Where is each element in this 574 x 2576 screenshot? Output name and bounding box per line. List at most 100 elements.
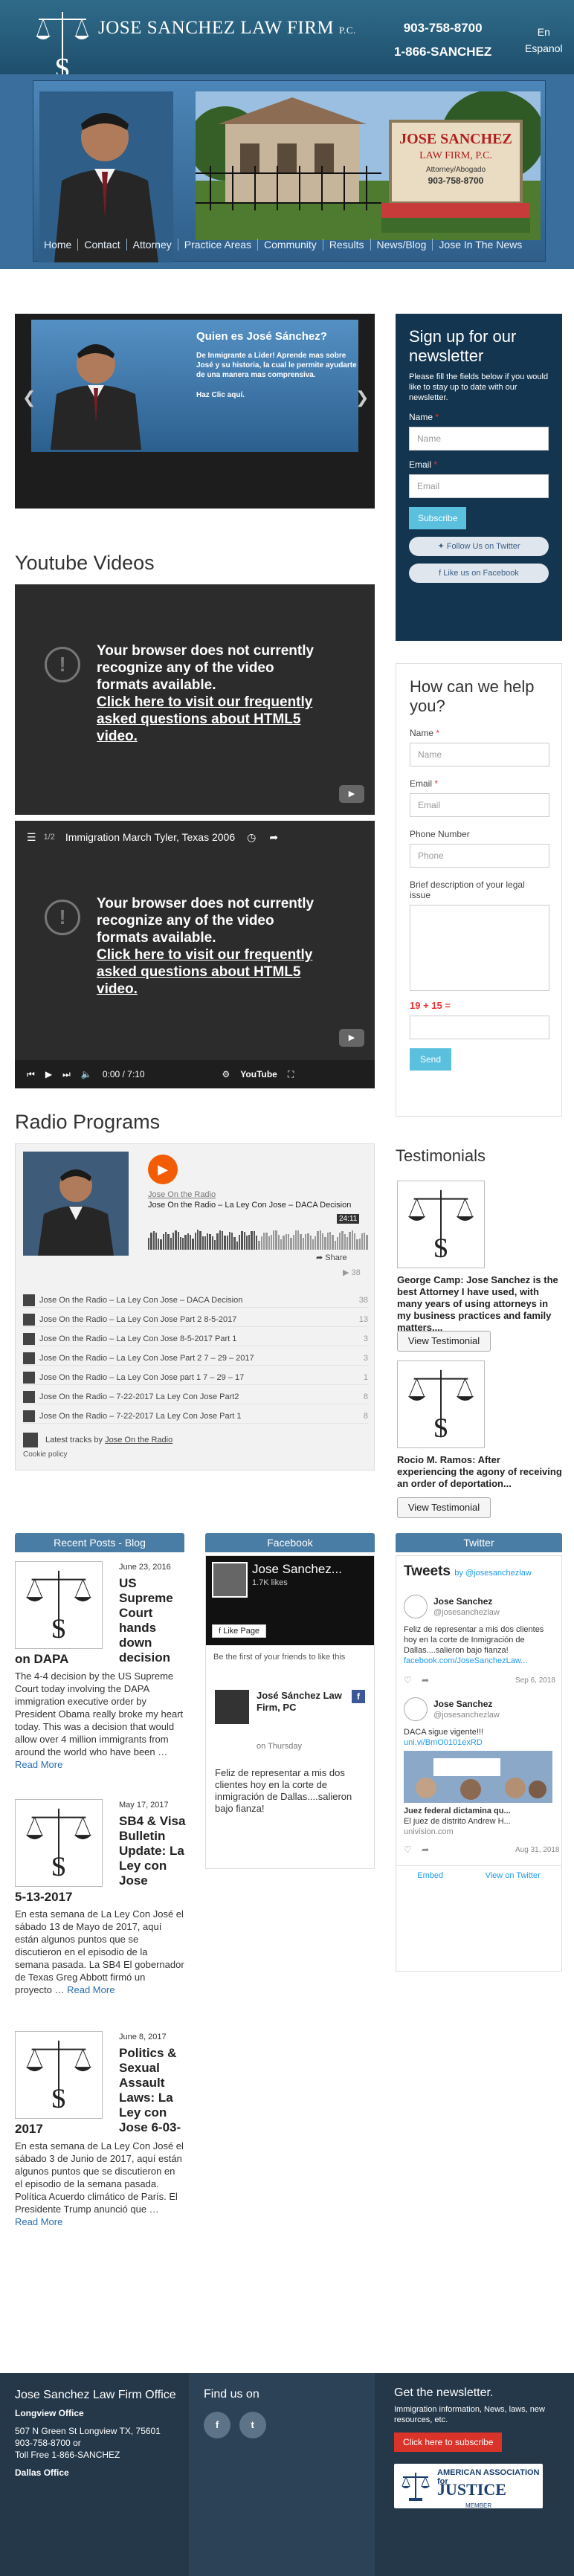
lang-english-link[interactable]: En — [525, 24, 563, 40]
settings-gear-icon[interactable]: ⚙ — [222, 1069, 230, 1079]
twitter-icon[interactable]: t — [239, 2412, 266, 2438]
facebook-post-time[interactable]: on Thursday — [257, 1742, 302, 1751]
waveform[interactable] — [148, 1213, 368, 1250]
youtube-video-1[interactable]: ! Your browser does not currently recogn… — [15, 584, 375, 815]
post-title-2-tail[interactable]: 5-13-2017 — [15, 1890, 184, 1905]
track-row[interactable]: Jose On the Radio – La Ley Con Jose – DA… — [23, 1293, 368, 1308]
share-button[interactable]: ➦ Share — [316, 1253, 347, 1262]
read-more-link-1[interactable]: Read More — [15, 1759, 62, 1770]
volume-icon[interactable]: 🔈 — [81, 1069, 92, 1079]
nav-results[interactable]: Results — [323, 239, 371, 251]
tweet-avatar[interactable] — [404, 1595, 428, 1618]
post-title-1-tail[interactable]: on DAPA — [15, 1652, 184, 1667]
latest-tracks-link[interactable]: Jose On the Radio — [105, 1436, 172, 1444]
track-row[interactable]: Jose On the Radio – La Ley Con Jose Part… — [23, 1312, 368, 1327]
view-on-twitter-link[interactable]: View on Twitter — [486, 1871, 541, 1880]
next-icon[interactable]: ⏭ — [62, 1069, 71, 1080]
nav-practice-areas[interactable]: Practice Areas — [178, 239, 259, 251]
facebook-cover[interactable]: Jose Sanchez... 1.7K likes f Like Page — [206, 1556, 374, 1645]
track-row[interactable]: Jose On the Radio – 7-22-2017 La Ley Con… — [23, 1409, 368, 1424]
fullscreen-icon[interactable]: ⛶ — [288, 1069, 294, 1080]
contact-phone-input[interactable]: Phone — [410, 844, 549, 868]
newsletter-name-input[interactable]: Name — [409, 427, 549, 451]
tweet-author-name[interactable]: Jose Sanchez — [433, 1596, 492, 1607]
youtube-video-2[interactable]: ☰ 1/2 Immigration March Tyler, Texas 200… — [15, 821, 375, 1088]
subscribe-button[interactable]: Subscribe — [409, 507, 467, 529]
youtube-wordmark[interactable]: YouTube — [240, 1069, 277, 1079]
footer-phone[interactable]: 903-758-8700 or — [15, 2437, 178, 2449]
track-title[interactable]: Jose On the Radio – 7-22-2017 La Ley Con… — [39, 1392, 338, 1401]
contact-email-input[interactable]: Email — [410, 793, 549, 817]
nav-news-blog[interactable]: News/Blog — [371, 239, 433, 251]
follow-twitter-button[interactable]: ✦ Follow Us on Twitter — [409, 537, 549, 556]
post-title-2[interactable]: SB4 & Visa Bulletin Update: La Ley con J… — [119, 1814, 186, 1888]
tweet-date-1[interactable]: Sep 6, 2018 — [515, 1676, 555, 1685]
track-title[interactable]: Jose On the Radio – La Ley Con Jose – DA… — [39, 1296, 338, 1305]
cookie-policy-link[interactable]: Cookie policy — [23, 1450, 67, 1459]
share-icon[interactable]: ➦ — [269, 831, 278, 844]
radio-current-track[interactable]: Jose On the Radio – La Ley Con Jose – DA… — [148, 1201, 364, 1210]
slider-next-icon[interactable]: ❯ — [355, 388, 369, 407]
contact-name-input[interactable]: Name — [410, 743, 549, 766]
read-more-link-2[interactable]: Read More — [67, 1984, 115, 1995]
tweet-author-name[interactable]: Jose Sanchez — [433, 1699, 492, 1709]
radio-play-icon[interactable]: ▶ — [148, 1155, 178, 1184]
captcha-input[interactable] — [410, 1016, 549, 1039]
footer-subscribe-button[interactable]: Click here to subscribe — [394, 2433, 503, 2452]
nav-community[interactable]: Community — [258, 239, 323, 251]
track-title[interactable]: Jose On the Radio – La Ley Con Jose Part… — [39, 1315, 338, 1324]
share-icon[interactable]: ➦ — [422, 1675, 429, 1685]
description-textarea[interactable] — [410, 905, 549, 991]
prev-icon[interactable]: ⏮ — [27, 1069, 35, 1080]
radio-show-link[interactable]: Jose On the Radio — [148, 1190, 216, 1199]
nav-jose-in-the-news[interactable]: Jose In The News — [433, 239, 528, 251]
track-row[interactable]: Jose On the Radio – La Ley Con Jose part… — [23, 1370, 368, 1385]
slide[interactable]: Quien es José Sánchez? De Inmigrante a L… — [31, 320, 358, 452]
track-title[interactable]: Jose On the Radio – La Ley Con Jose part… — [39, 1373, 338, 1382]
play-icon[interactable]: ▶ — [45, 1069, 52, 1079]
facebook-like-page-button[interactable]: f Like Page — [212, 1624, 267, 1638]
track-title[interactable]: Jose On the Radio – La Ley Con Jose 8-5-… — [39, 1334, 338, 1343]
intro-slider[interactable]: Quien es José Sánchez? De Inmigrante a L… — [15, 314, 375, 509]
twitter-embed-link[interactable]: Embed — [417, 1871, 443, 1880]
newsletter-email-input[interactable]: Email — [409, 474, 549, 498]
share-icon[interactable]: ➦ — [422, 1844, 429, 1855]
facebook-post-author[interactable]: José Sánchez Law Firm, PC — [257, 1690, 346, 1714]
phone-primary[interactable]: 903-758-8700 — [394, 16, 491, 40]
like-facebook-button[interactable]: f Like us on Facebook — [409, 564, 549, 583]
blog-post-thumbnail-3[interactable]: S — [15, 2031, 103, 2119]
tweet-link-1[interactable]: facebook.com/JoseSanchezLaw... — [404, 1656, 527, 1665]
track-row[interactable]: Jose On the Radio – La Ley Con Jose 8-5-… — [23, 1331, 368, 1346]
tweets-by-link[interactable]: by @josesanchezlaw — [454, 1569, 532, 1578]
tweet-card-image[interactable] — [404, 1751, 552, 1803]
tweet-card-title[interactable]: Juez federal dictamina qu... — [404, 1806, 552, 1816]
nav-contact[interactable]: Contact — [78, 239, 127, 251]
tweet-date-2[interactable]: Aug 31, 2018 — [515, 1846, 560, 1854]
facebook-post-avatar[interactable] — [215, 1690, 249, 1724]
slider-prev-icon[interactable]: ❮ — [22, 388, 36, 407]
blog-post-thumbnail-1[interactable]: S — [15, 1561, 103, 1649]
phone-tollfree[interactable]: 1-866-SANCHEZ — [394, 40, 491, 64]
nav-home[interactable]: Home — [38, 239, 79, 251]
scales-of-justice-logo-icon[interactable]: S — [33, 9, 92, 82]
playlist-menu-icon[interactable]: ☰ — [27, 831, 36, 844]
track-row[interactable]: Jose On the Radio – 7-22-2017 La Ley Con… — [23, 1389, 368, 1404]
nav-attorney[interactable]: Attorney — [127, 239, 178, 251]
tweet-link-2[interactable]: uni.vi/BmO0101exRD — [404, 1738, 483, 1747]
track-title[interactable]: Jose On the Radio – 7-22-2017 La Ley Con… — [39, 1412, 338, 1421]
facebook-profile-picture[interactable] — [212, 1562, 248, 1598]
blog-post-thumbnail-2[interactable]: S — [15, 1799, 103, 1887]
read-more-link-3[interactable]: Read More — [15, 2216, 62, 2227]
view-testimonial-button-1[interactable]: View Testimonial — [397, 1331, 491, 1352]
post-title-3-tail[interactable]: 2017 — [15, 2122, 184, 2137]
like-heart-icon[interactable]: ♡ — [404, 1675, 412, 1685]
like-heart-icon[interactable]: ♡ — [404, 1844, 412, 1855]
firm-name[interactable]: JOSE SANCHEZ LAW FIRM P.C. — [98, 18, 356, 39]
facebook-page-name[interactable]: Jose Sanchez... — [252, 1562, 342, 1577]
aaj-member-badge[interactable]: AMERICAN ASSOCIATION for JUSTICE MEMBER — [394, 2464, 543, 2509]
watch-later-icon[interactable]: ◷ — [247, 831, 256, 844]
lang-spanish-link[interactable]: Espanol — [525, 40, 563, 57]
youtube-logo-icon[interactable]: ▶ — [339, 1029, 364, 1047]
slide-link[interactable]: Haz Clic aquí. — [196, 391, 245, 399]
tweet-author-handle[interactable]: @josesanchezlaw — [433, 1711, 500, 1720]
